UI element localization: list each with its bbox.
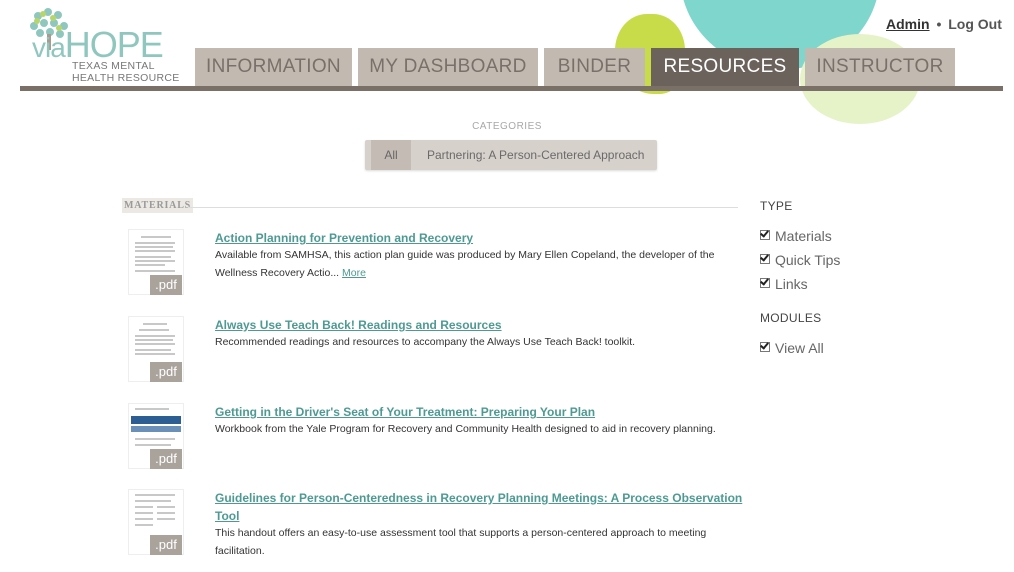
more-link[interactable]: More: [342, 267, 366, 279]
category-filter-bar: All Partnering: A Person-Centered Approa…: [365, 140, 657, 170]
filter-view-all[interactable]: View All: [760, 340, 824, 356]
list-item: .pdf Guidelines for Person-Centeredness …: [128, 489, 748, 559]
list-item: .pdf Getting in the Driver's Seat of You…: [128, 403, 748, 473]
resource-description: This handout offers an easy-to-use asses…: [215, 527, 707, 557]
user-links-separator: •: [936, 16, 942, 32]
filter-links[interactable]: Links: [760, 276, 808, 292]
user-links: Admin • Log Out: [886, 16, 1002, 32]
logout-link[interactable]: Log Out: [948, 16, 1002, 32]
modules-filter-heading: MODULES: [760, 311, 822, 325]
admin-link[interactable]: Admin: [886, 16, 930, 32]
tab-my-dashboard[interactable]: MY DASHBOARD: [358, 48, 538, 86]
tab-binder[interactable]: BINDER: [544, 48, 645, 86]
checkbox-checked-icon[interactable]: [760, 342, 770, 352]
pdf-badge: .pdf: [150, 275, 182, 295]
materials-heading: MATERIALS: [122, 198, 194, 213]
pdf-badge: .pdf: [150, 362, 182, 382]
materials-divider: [188, 207, 738, 208]
tab-resources[interactable]: RESOURCES: [651, 48, 799, 86]
category-all[interactable]: All: [371, 140, 411, 170]
tab-instructor[interactable]: INSTRUCTOR: [805, 48, 955, 86]
logo-tagline: TEXAS MENTAL HEALTH RESOURCE: [72, 60, 180, 84]
resource-description: Workbook from the Yale Program for Recov…: [215, 423, 716, 435]
resource-title-link[interactable]: Action Planning for Prevention and Recov…: [215, 229, 745, 247]
checkbox-checked-icon[interactable]: [760, 278, 770, 288]
list-item: .pdf Always Use Teach Back! Readings and…: [128, 316, 748, 386]
pdf-badge: .pdf: [150, 449, 182, 469]
pdf-badge: .pdf: [150, 535, 182, 555]
type-filter-heading: TYPE: [760, 199, 793, 213]
resource-description: Recommended readings and resources to ac…: [215, 336, 636, 348]
categories-heading: CATEGORIES: [472, 121, 542, 132]
list-item: .pdf Action Planning for Prevention and …: [128, 229, 748, 299]
resource-title-link[interactable]: Getting in the Driver's Seat of Your Tre…: [215, 403, 745, 421]
filter-materials[interactable]: Materials: [760, 228, 832, 244]
resource-title-link[interactable]: Guidelines for Person-Centeredness in Re…: [215, 489, 745, 525]
resource-description: Available from SAMHSA, this action plan …: [215, 249, 715, 279]
checkbox-checked-icon[interactable]: [760, 254, 770, 264]
checkbox-checked-icon[interactable]: [760, 230, 770, 240]
site-logo[interactable]: viaHOPE TEXAS MENTAL HEALTH RESOURCE: [28, 6, 188, 86]
nav-underline: [20, 86, 1003, 91]
resource-title-link[interactable]: Always Use Teach Back! Readings and Reso…: [215, 316, 745, 334]
category-partnering[interactable]: Partnering: A Person-Centered Approach: [427, 140, 644, 170]
tab-information[interactable]: INFORMATION: [195, 48, 352, 86]
filter-quick-tips[interactable]: Quick Tips: [760, 252, 840, 268]
